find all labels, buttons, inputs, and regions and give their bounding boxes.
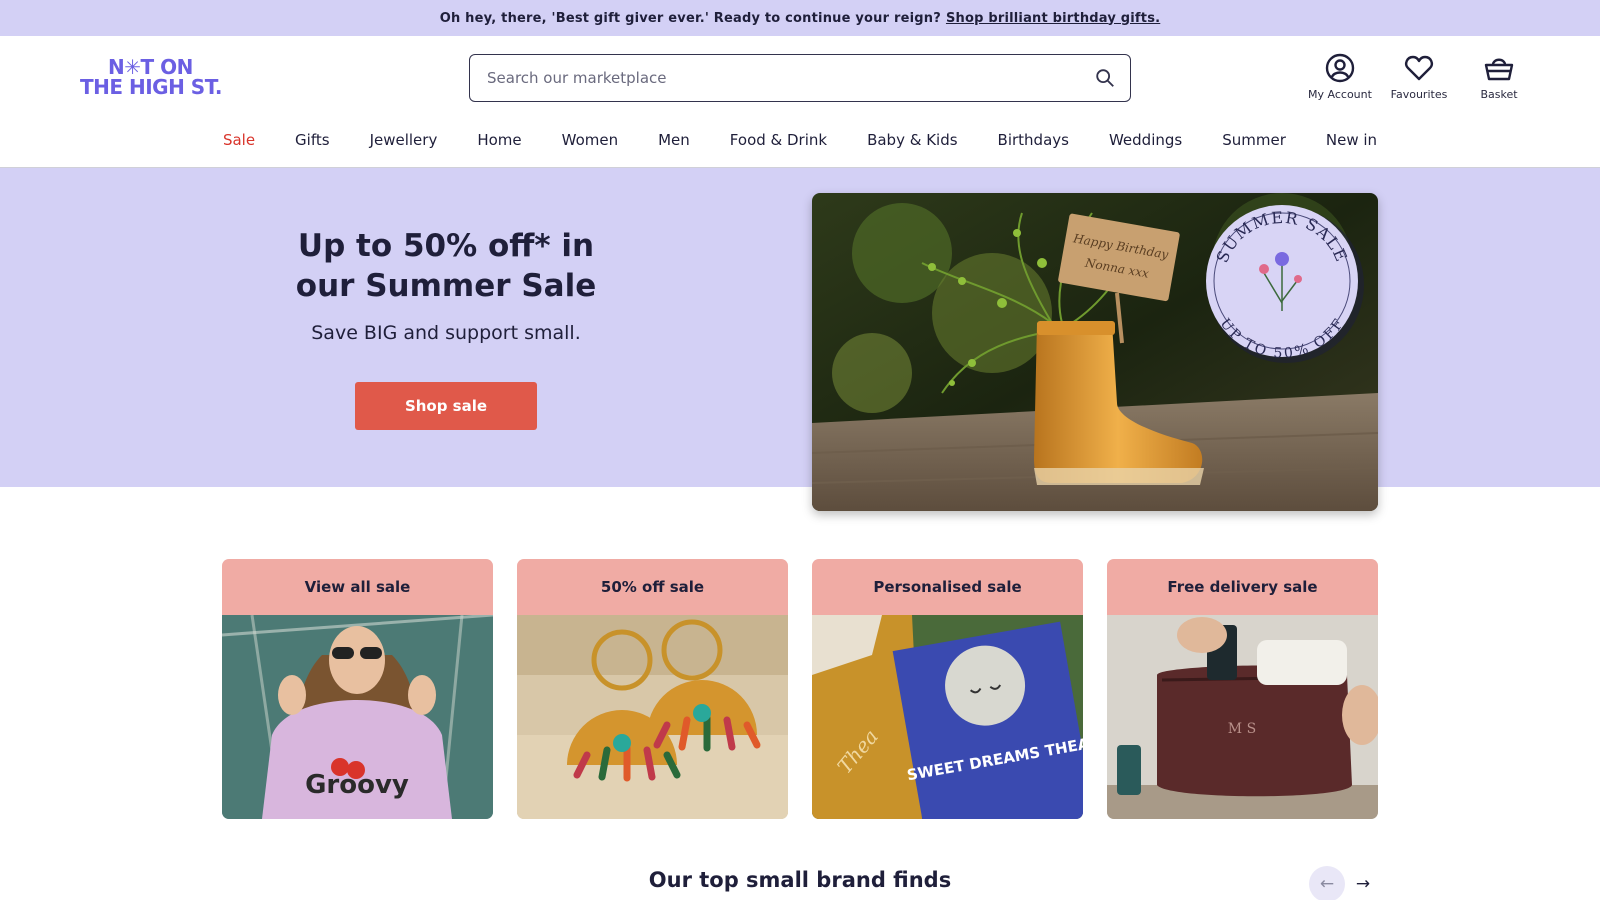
- my-account-label: My Account: [1308, 88, 1372, 101]
- basket-icon: [1484, 58, 1514, 81]
- site-logo[interactable]: N✳T ON THE HIGH ST.: [80, 57, 240, 101]
- card-personalised-sale[interactable]: Personalised sale Thea SWEET DREAMS THEA: [812, 559, 1083, 819]
- hero-title-line-1: Up to 50% off* in: [297, 228, 595, 264]
- card-image-wash-bag: M S: [1107, 615, 1378, 819]
- nav-item-baby-kids[interactable]: Baby & Kids: [867, 131, 957, 149]
- hero-subtitle: Save BIG and support small.: [311, 322, 581, 344]
- nav-item-sale[interactable]: Sale: [223, 131, 255, 149]
- card-50-off-sale[interactable]: 50% off sale: [517, 559, 788, 819]
- nav-item-new-in[interactable]: New in: [1326, 131, 1377, 149]
- carousel-next-button[interactable]: →: [1345, 866, 1381, 900]
- promo-banner: Oh hey, there, 'Best gift giver ever.' R…: [0, 0, 1600, 36]
- favourites-label: Favourites: [1390, 88, 1448, 101]
- hero-title: Up to 50% off* in our Summer Sale: [286, 226, 606, 306]
- promo-text: Oh hey, there, 'Best gift giver ever.' R…: [439, 10, 941, 26]
- logo-line-1: N✳T ON: [108, 55, 193, 79]
- groovy-text: Groovy: [305, 770, 409, 800]
- favourites-button[interactable]: Favourites: [1382, 52, 1456, 101]
- card-free-delivery-sale[interactable]: Free delivery sale M S: [1107, 559, 1378, 819]
- nav-item-women[interactable]: Women: [562, 131, 618, 149]
- arrow-left-icon: ←: [1319, 874, 1335, 894]
- my-account-button[interactable]: My Account: [1303, 52, 1377, 101]
- nav-item-birthdays[interactable]: Birthdays: [998, 131, 1069, 149]
- nav-item-men[interactable]: Men: [658, 131, 690, 149]
- boot-planter-photo: Happy Birthday Nonna xxx SUMMER SALE UP …: [812, 193, 1378, 511]
- monogram-text: M S: [1228, 721, 1256, 737]
- arrow-right-icon: →: [1355, 874, 1371, 894]
- account-icon: [1325, 53, 1355, 83]
- nav-item-gifts[interactable]: Gifts: [295, 131, 330, 149]
- card-title: Personalised sale: [812, 559, 1083, 615]
- heart-icon: [1405, 55, 1433, 81]
- card-image-earrings: [517, 615, 788, 819]
- promo-link[interactable]: Shop brilliant birthday gifts.: [946, 11, 1160, 26]
- search-icon[interactable]: [1094, 67, 1116, 89]
- main-nav: Sale Gifts Jewellery Home Women Men Food…: [0, 118, 1600, 168]
- hero-title-line-2: our Summer Sale: [295, 268, 597, 304]
- card-title: View all sale: [222, 559, 493, 615]
- card-title: 50% off sale: [517, 559, 788, 615]
- nav-item-summer[interactable]: Summer: [1222, 131, 1286, 149]
- carousel-prev-button[interactable]: ←: [1309, 866, 1345, 900]
- basket-label: Basket: [1480, 88, 1518, 101]
- card-view-all-sale[interactable]: View all sale Groovy: [222, 559, 493, 819]
- section-title-top-brand-finds: Our top small brand finds: [648, 868, 952, 892]
- basket-button[interactable]: Basket: [1462, 52, 1536, 101]
- search-input[interactable]: [487, 69, 1094, 87]
- card-title: Free delivery sale: [1107, 559, 1378, 615]
- search-bar: [469, 54, 1131, 102]
- hero-image[interactable]: Happy Birthday Nonna xxx SUMMER SALE UP …: [812, 193, 1378, 511]
- nav-item-home[interactable]: Home: [477, 131, 521, 149]
- shop-sale-button[interactable]: Shop sale: [355, 382, 537, 430]
- nav-item-jewellery[interactable]: Jewellery: [370, 131, 438, 149]
- card-image-personalised-book: Thea SWEET DREAMS THEA: [812, 615, 1083, 819]
- nav-item-weddings[interactable]: Weddings: [1109, 131, 1182, 149]
- card-image-groovy-tshirt: Groovy: [222, 615, 493, 819]
- logo-line-2: THE HIGH ST.: [80, 75, 222, 99]
- nav-item-food-drink[interactable]: Food & Drink: [730, 131, 827, 149]
